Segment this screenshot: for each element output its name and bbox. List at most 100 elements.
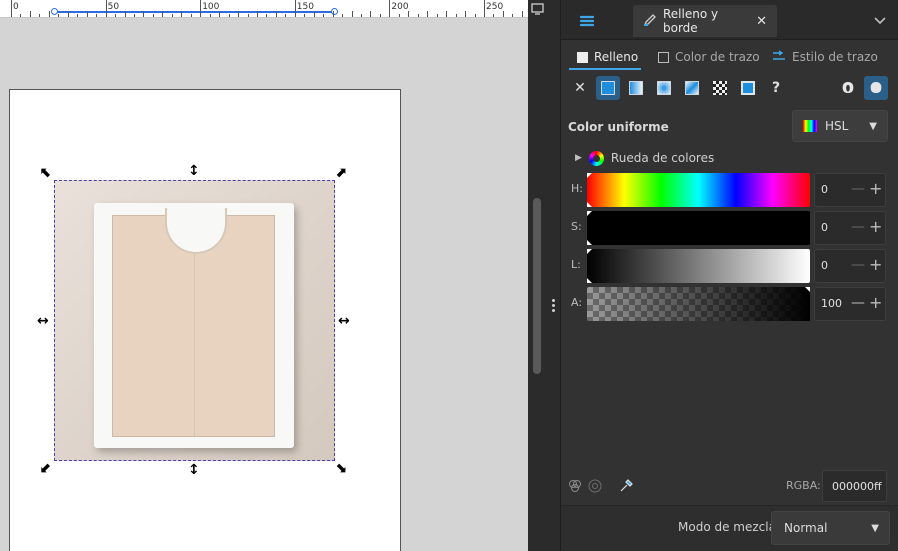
expander-triangle-icon: ▶: [575, 153, 582, 163]
radial-gradient-button[interactable]: [652, 76, 676, 100]
ruler-tick: [275, 11, 277, 17]
ruler-tick: [162, 11, 164, 17]
paint-type-toolbar: ✕ ?: [561, 74, 898, 102]
vertical-scrollbar-thumb[interactable]: [533, 198, 541, 374]
ruler-tick: [11, 0, 12, 17]
alpha-spinbox[interactable]: 100 — +: [814, 287, 886, 321]
alpha-slider-row: A: 100 — +: [561, 287, 898, 321]
dock-grip-handle[interactable]: [550, 298, 556, 314]
stroke-style-icon: [772, 49, 786, 65]
ruler-tick: [455, 14, 457, 17]
ruler-tick: [323, 14, 325, 17]
ruler-tick: [124, 11, 126, 17]
eyedropper-icon[interactable]: [618, 478, 634, 494]
saturation-spinbox[interactable]: 0 — +: [814, 211, 886, 245]
hue-spinbox[interactable]: 0 — +: [814, 173, 886, 207]
out-of-gamut-icon[interactable]: [587, 478, 603, 494]
tab-fill[interactable]: Relleno: [577, 44, 638, 70]
tab-title: Relleno y borde: [663, 7, 719, 35]
linear-gradient-icon: [629, 81, 643, 95]
decrement-icon[interactable]: —: [851, 219, 865, 235]
resize-handle-left[interactable]: ↔: [37, 314, 49, 328]
resize-handle-right[interactable]: ↔: [338, 314, 350, 328]
tab-stroke-style-label: Estilo de trazo: [792, 50, 878, 64]
slider-marker: [587, 173, 592, 178]
canvas-area[interactable]: 0 50 100 150 200 250 ⬉ ↕ ⬈ ↔ ↔ ⬋ ↕ ⬊: [0, 0, 528, 551]
hue-label: H:: [571, 182, 583, 195]
lightness-slider-row: L: 0 — +: [561, 249, 898, 283]
lightness-slider[interactable]: [587, 249, 810, 283]
decrement-icon[interactable]: —: [851, 295, 865, 311]
color-wheel-label: Rueda de colores: [610, 151, 715, 165]
resize-handle-top-left[interactable]: ⬉: [40, 166, 52, 180]
ruler-tick: [39, 14, 41, 17]
hue-slider[interactable]: [587, 173, 810, 207]
ruler-tick: [29, 11, 31, 17]
tab-stroke-style[interactable]: Estilo de trazo: [772, 44, 878, 70]
hue-slider-row: H: 0 — +: [561, 173, 898, 207]
color-managed-icon[interactable]: [567, 478, 583, 494]
rgba-input[interactable]: 000000ff: [822, 470, 887, 502]
blend-mode-dropdown[interactable]: Normal ▼: [771, 511, 890, 545]
radial-gradient-icon: [657, 81, 671, 95]
slider-marker: [587, 249, 592, 254]
flat-color-button[interactable]: [596, 76, 620, 100]
alpha-slider[interactable]: [587, 287, 810, 321]
increment-icon[interactable]: +: [869, 255, 882, 274]
alpha-value: 100: [821, 297, 842, 310]
resize-handle-top[interactable]: ↕: [188, 164, 200, 178]
pattern-button[interactable]: [708, 76, 732, 100]
ruler-tick: [446, 11, 448, 17]
increment-icon[interactable]: +: [869, 293, 882, 312]
alpha-label: A:: [571, 296, 583, 309]
ruler-tick: [370, 11, 372, 17]
lightness-label: L:: [571, 258, 581, 271]
pen-edit-icon: [643, 13, 657, 30]
layers-stack-icon[interactable]: [571, 8, 603, 34]
ruler-tick: [181, 11, 183, 17]
color-footer-row: RGBA: 000000ff: [561, 470, 898, 502]
slider-marker: [587, 211, 592, 216]
swatch-button[interactable]: [736, 76, 760, 100]
ruler-tick: [304, 14, 306, 17]
mesh-gradient-button[interactable]: [680, 76, 704, 100]
decrement-icon[interactable]: —: [851, 181, 865, 197]
ruler-tick: [48, 11, 50, 17]
ruler-tick: [115, 14, 117, 17]
color-mode-dropdown[interactable]: HSL ▼: [792, 110, 888, 142]
increment-icon[interactable]: +: [869, 217, 882, 236]
ruler-tick: [152, 14, 154, 17]
no-paint-button[interactable]: ✕: [568, 76, 592, 100]
ruler-tick: [58, 14, 60, 17]
tab-stroke-paint[interactable]: Color de trazo: [658, 44, 760, 70]
ruler-label: 200: [391, 2, 409, 12]
selection-bounding-box[interactable]: [54, 180, 335, 461]
lightness-spinbox[interactable]: 0 — +: [814, 249, 886, 283]
resize-handle-top-right[interactable]: ⬈: [335, 166, 347, 180]
horizontal-ruler: 0 50 100 150 200 250: [0, 0, 528, 18]
decrement-icon[interactable]: —: [851, 257, 865, 273]
fill-rule-nonzero-button[interactable]: [864, 76, 888, 100]
ruler-tick: [351, 11, 353, 17]
tab-fill-label: Relleno: [594, 50, 639, 64]
display-mode-icon[interactable]: [528, 0, 546, 18]
saturation-slider[interactable]: [587, 211, 810, 245]
color-wheel-expander[interactable]: ▶ Rueda de colores: [575, 150, 714, 166]
fill-rule-evenodd-button[interactable]: [836, 76, 860, 100]
chevron-down-icon[interactable]: [867, 8, 893, 34]
tab-fill-and-stroke[interactable]: Relleno y borde ✕: [633, 5, 777, 37]
resize-handle-bottom[interactable]: ↕: [188, 463, 200, 477]
slider-marker: [805, 287, 810, 292]
unset-paint-button[interactable]: ?: [764, 76, 788, 100]
blend-mode-label: Modo de mezcla:: [678, 520, 780, 534]
ruler-tick: [417, 14, 419, 17]
linear-gradient-button[interactable]: [624, 76, 648, 100]
close-tab-icon[interactable]: ✕: [756, 14, 767, 29]
increment-icon[interactable]: +: [869, 179, 882, 198]
slider-marker: [587, 278, 592, 283]
ruler-tick: [389, 0, 391, 17]
resize-handle-bottom-left[interactable]: ⬋: [40, 461, 52, 475]
resize-handle-bottom-right[interactable]: ⬊: [335, 461, 347, 475]
ruler-tick: [521, 11, 523, 17]
ruler-tick: [86, 11, 88, 17]
